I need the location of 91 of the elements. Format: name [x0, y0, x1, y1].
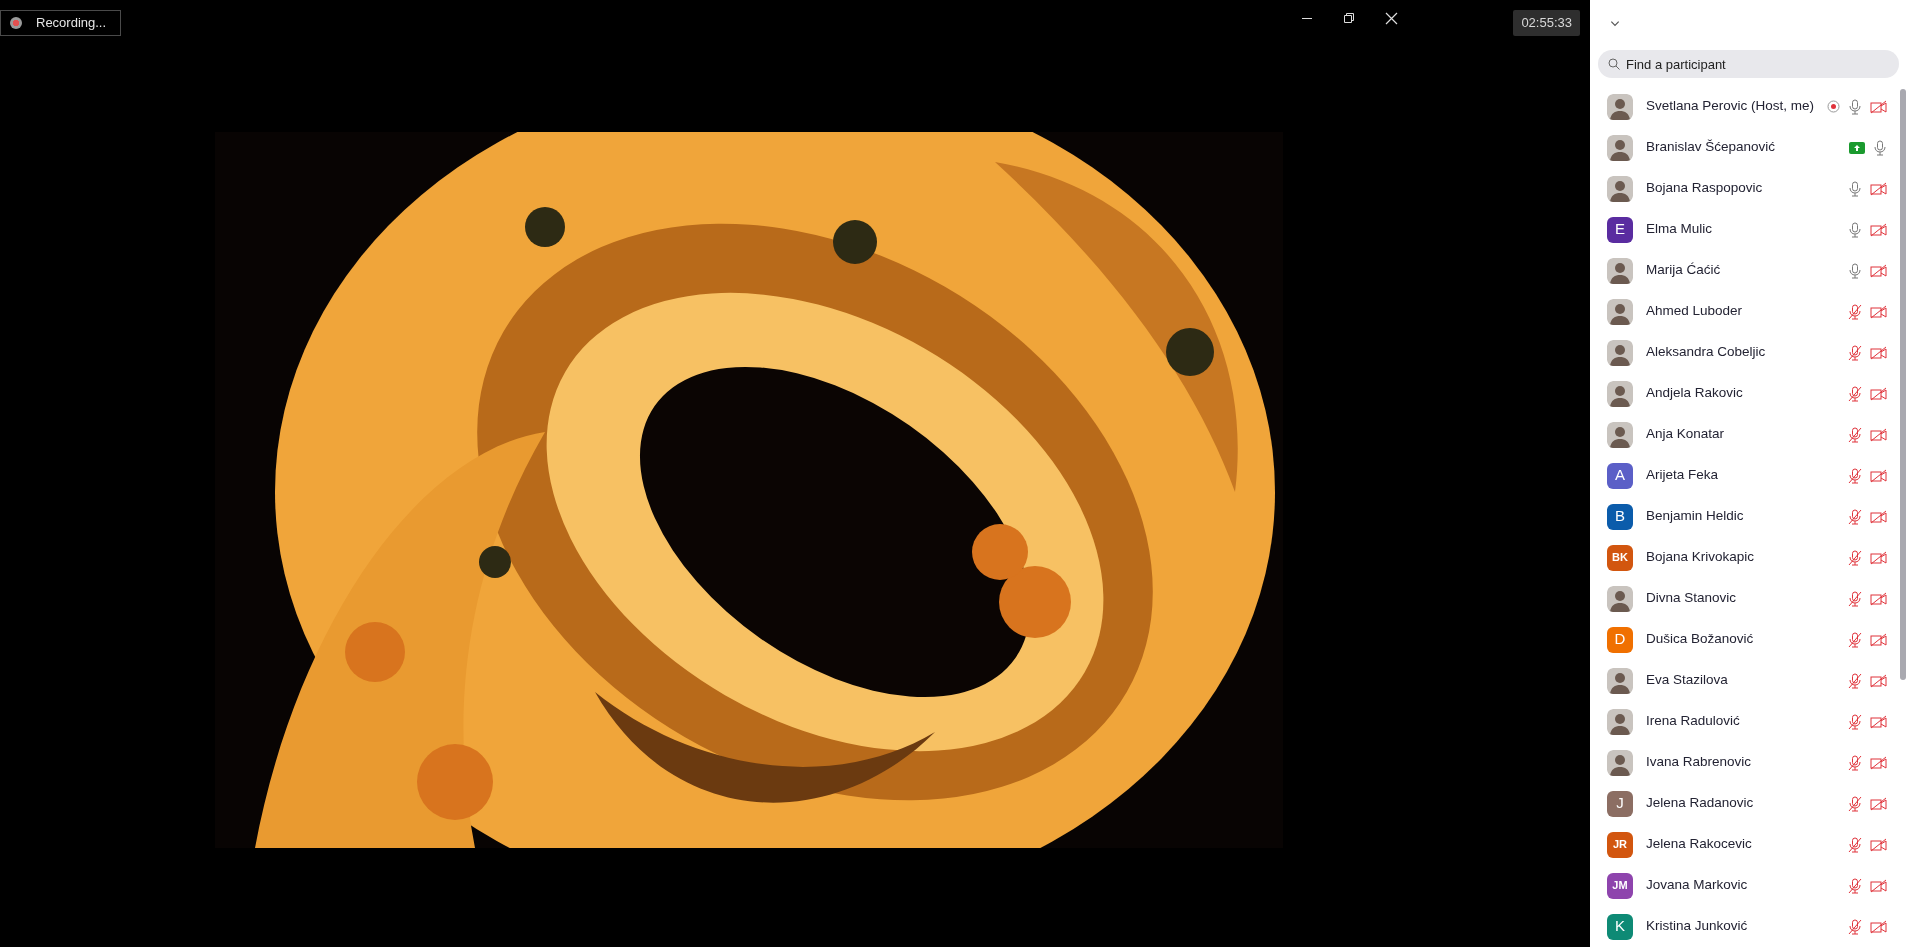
- participant-name: Jelena Radanovic: [1646, 794, 1755, 813]
- video-off-icon[interactable]: [1870, 550, 1887, 565]
- avatar-initials: D: [1607, 626, 1633, 653]
- participant-name: Andjela Rakovic: [1646, 384, 1744, 403]
- muted-microphone-icon[interactable]: [1848, 508, 1862, 525]
- avatar-icon: [1607, 257, 1633, 284]
- participant-name: Divna Stanovic: [1646, 589, 1738, 608]
- avatar-icon: [1607, 339, 1633, 366]
- participant-name: Bojana Krivokapic: [1646, 548, 1756, 567]
- microphone-icon[interactable]: [1848, 180, 1862, 197]
- muted-microphone-icon[interactable]: [1848, 672, 1862, 689]
- recording-label: Recording...: [36, 14, 107, 33]
- avatar-icon: [1607, 708, 1633, 735]
- close-icon[interactable]: [1385, 12, 1398, 25]
- participant-name: Ahmed Luboder: [1646, 302, 1744, 321]
- chevron-down-icon[interactable]: [1609, 18, 1621, 29]
- participant-name: Elma Mulic: [1646, 220, 1713, 239]
- muted-microphone-icon[interactable]: [1848, 918, 1862, 935]
- meeting-timer: 02:55:33: [1513, 10, 1580, 36]
- avatar-initials: JM: [1607, 872, 1633, 899]
- video-off-icon[interactable]: [1870, 386, 1887, 401]
- muted-microphone-icon[interactable]: [1848, 590, 1862, 607]
- video-off-icon[interactable]: [1870, 509, 1887, 524]
- muted-microphone-icon[interactable]: [1848, 877, 1862, 894]
- muted-microphone-icon[interactable]: [1848, 795, 1862, 812]
- participant-name: Aleksandra Cobeljic: [1646, 343, 1767, 362]
- microphone-icon[interactable]: [1873, 139, 1887, 156]
- avatar-initials: JR: [1607, 831, 1633, 858]
- search-field[interactable]: Find a participant: [1598, 50, 1899, 78]
- microphone-icon[interactable]: [1848, 262, 1862, 279]
- muted-microphone-icon[interactable]: [1848, 754, 1862, 771]
- participant-name: Ivana Rabrenovic: [1646, 753, 1753, 772]
- video-off-icon[interactable]: [1870, 878, 1887, 893]
- participant-name: Eva Stazilova: [1646, 671, 1729, 690]
- avatar-initials: BK: [1607, 544, 1633, 571]
- participant-name: Arijeta Feka: [1646, 466, 1720, 485]
- video-off-icon[interactable]: [1870, 468, 1887, 483]
- video-off-icon[interactable]: [1870, 714, 1887, 729]
- video-off-icon[interactable]: [1870, 345, 1887, 360]
- microphone-icon[interactable]: [1848, 221, 1862, 238]
- scrollbar[interactable]: [1900, 89, 1906, 680]
- video-off-icon[interactable]: [1870, 837, 1887, 852]
- muted-microphone-icon[interactable]: [1848, 836, 1862, 853]
- video-off-icon[interactable]: [1870, 632, 1887, 647]
- participant-name: Dušica Božanović: [1646, 630, 1755, 649]
- avatar-icon: [1607, 298, 1633, 325]
- avatar-icon: [1607, 175, 1633, 202]
- participant-name: Marija Ćaćić: [1646, 261, 1722, 280]
- participant-name: Jovana Markovic: [1646, 876, 1749, 895]
- participant-name: Irena Radulović: [1646, 712, 1741, 731]
- muted-microphone-icon[interactable]: [1848, 631, 1862, 648]
- video-off-icon[interactable]: [1870, 427, 1887, 442]
- avatar-icon: [1607, 749, 1633, 776]
- muted-microphone-icon[interactable]: [1848, 467, 1862, 484]
- participant-name: Benjamin Heldic: [1646, 507, 1745, 526]
- restore-icon[interactable]: [1343, 12, 1355, 24]
- avatar-icon: [1607, 667, 1633, 694]
- muted-microphone-icon[interactable]: [1848, 344, 1862, 361]
- video-off-icon[interactable]: [1870, 673, 1887, 688]
- participant-name: Bojana Raspopovic: [1646, 179, 1764, 198]
- muted-microphone-icon[interactable]: [1848, 303, 1862, 320]
- avatar-icon: [1607, 93, 1633, 120]
- video-off-icon[interactable]: [1870, 591, 1887, 606]
- record-icon: [10, 17, 22, 29]
- avatar-initials: A: [1607, 462, 1633, 489]
- avatar-initials: K: [1607, 913, 1633, 940]
- avatar-initials: E: [1607, 216, 1633, 243]
- muted-microphone-icon[interactable]: [1848, 549, 1862, 566]
- participant-name: Branislav Šćepanović: [1646, 138, 1777, 157]
- video-off-icon[interactable]: [1870, 99, 1887, 114]
- avatar-initials: J: [1607, 790, 1633, 817]
- avatar-icon: [1607, 585, 1633, 612]
- video-off-icon[interactable]: [1870, 755, 1887, 770]
- video-off-icon[interactable]: [1870, 796, 1887, 811]
- muted-microphone-icon[interactable]: [1848, 385, 1862, 402]
- avatar-icon: [1607, 134, 1633, 161]
- participant-name: Anja Konatar: [1646, 425, 1726, 444]
- video-off-icon[interactable]: [1870, 181, 1887, 196]
- video-off-icon[interactable]: [1870, 222, 1887, 237]
- avatar-icon: [1607, 380, 1633, 407]
- video-off-icon[interactable]: [1870, 304, 1887, 319]
- microphone-icon[interactable]: [1848, 98, 1862, 115]
- avatar-icon: [1607, 421, 1633, 448]
- participant-name: Kristina Junković: [1646, 917, 1749, 936]
- video-off-icon[interactable]: [1870, 919, 1887, 934]
- participant-name: Svetlana Perovic (Host, me): [1646, 97, 1816, 116]
- muted-microphone-icon[interactable]: [1848, 426, 1862, 443]
- video-off-icon[interactable]: [1870, 263, 1887, 278]
- avatar-initials: B: [1607, 503, 1633, 530]
- muted-microphone-icon[interactable]: [1848, 713, 1862, 730]
- participant-name: Jelena Rakocevic: [1646, 835, 1753, 854]
